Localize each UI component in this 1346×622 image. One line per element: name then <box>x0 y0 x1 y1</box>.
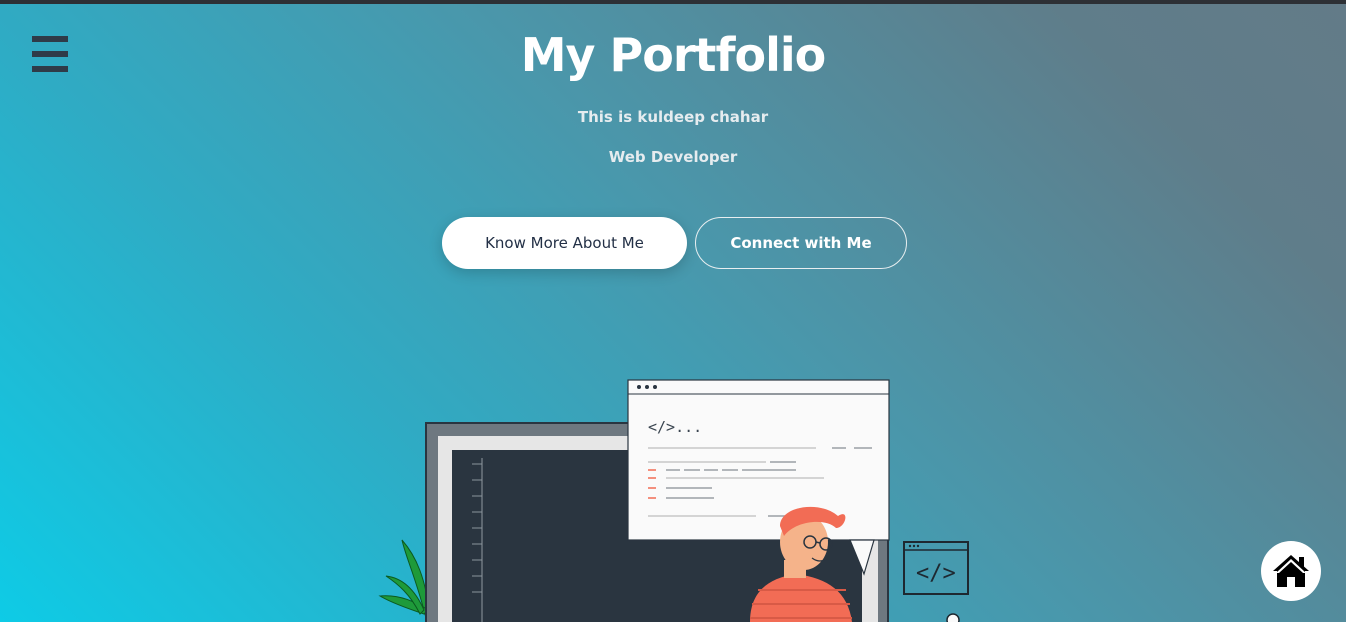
top-border <box>0 0 1346 4</box>
home-button[interactable] <box>1261 541 1321 601</box>
developer-illustration: </>... </> <box>378 379 969 622</box>
role-text: Web Developer <box>608 148 738 166</box>
intro-text: This is kuldeep chahar <box>577 108 769 126</box>
code-snippet-text: </>... <box>648 418 702 436</box>
code-icon-label: </> <box>916 561 956 586</box>
connect-button[interactable]: Connect with Me <box>695 217 907 269</box>
page-title: My Portfolio <box>520 28 827 82</box>
home-icon <box>1273 555 1309 587</box>
know-more-button[interactable]: Know More About Me <box>442 217 687 269</box>
code-tag-icon: </> <box>903 541 969 622</box>
